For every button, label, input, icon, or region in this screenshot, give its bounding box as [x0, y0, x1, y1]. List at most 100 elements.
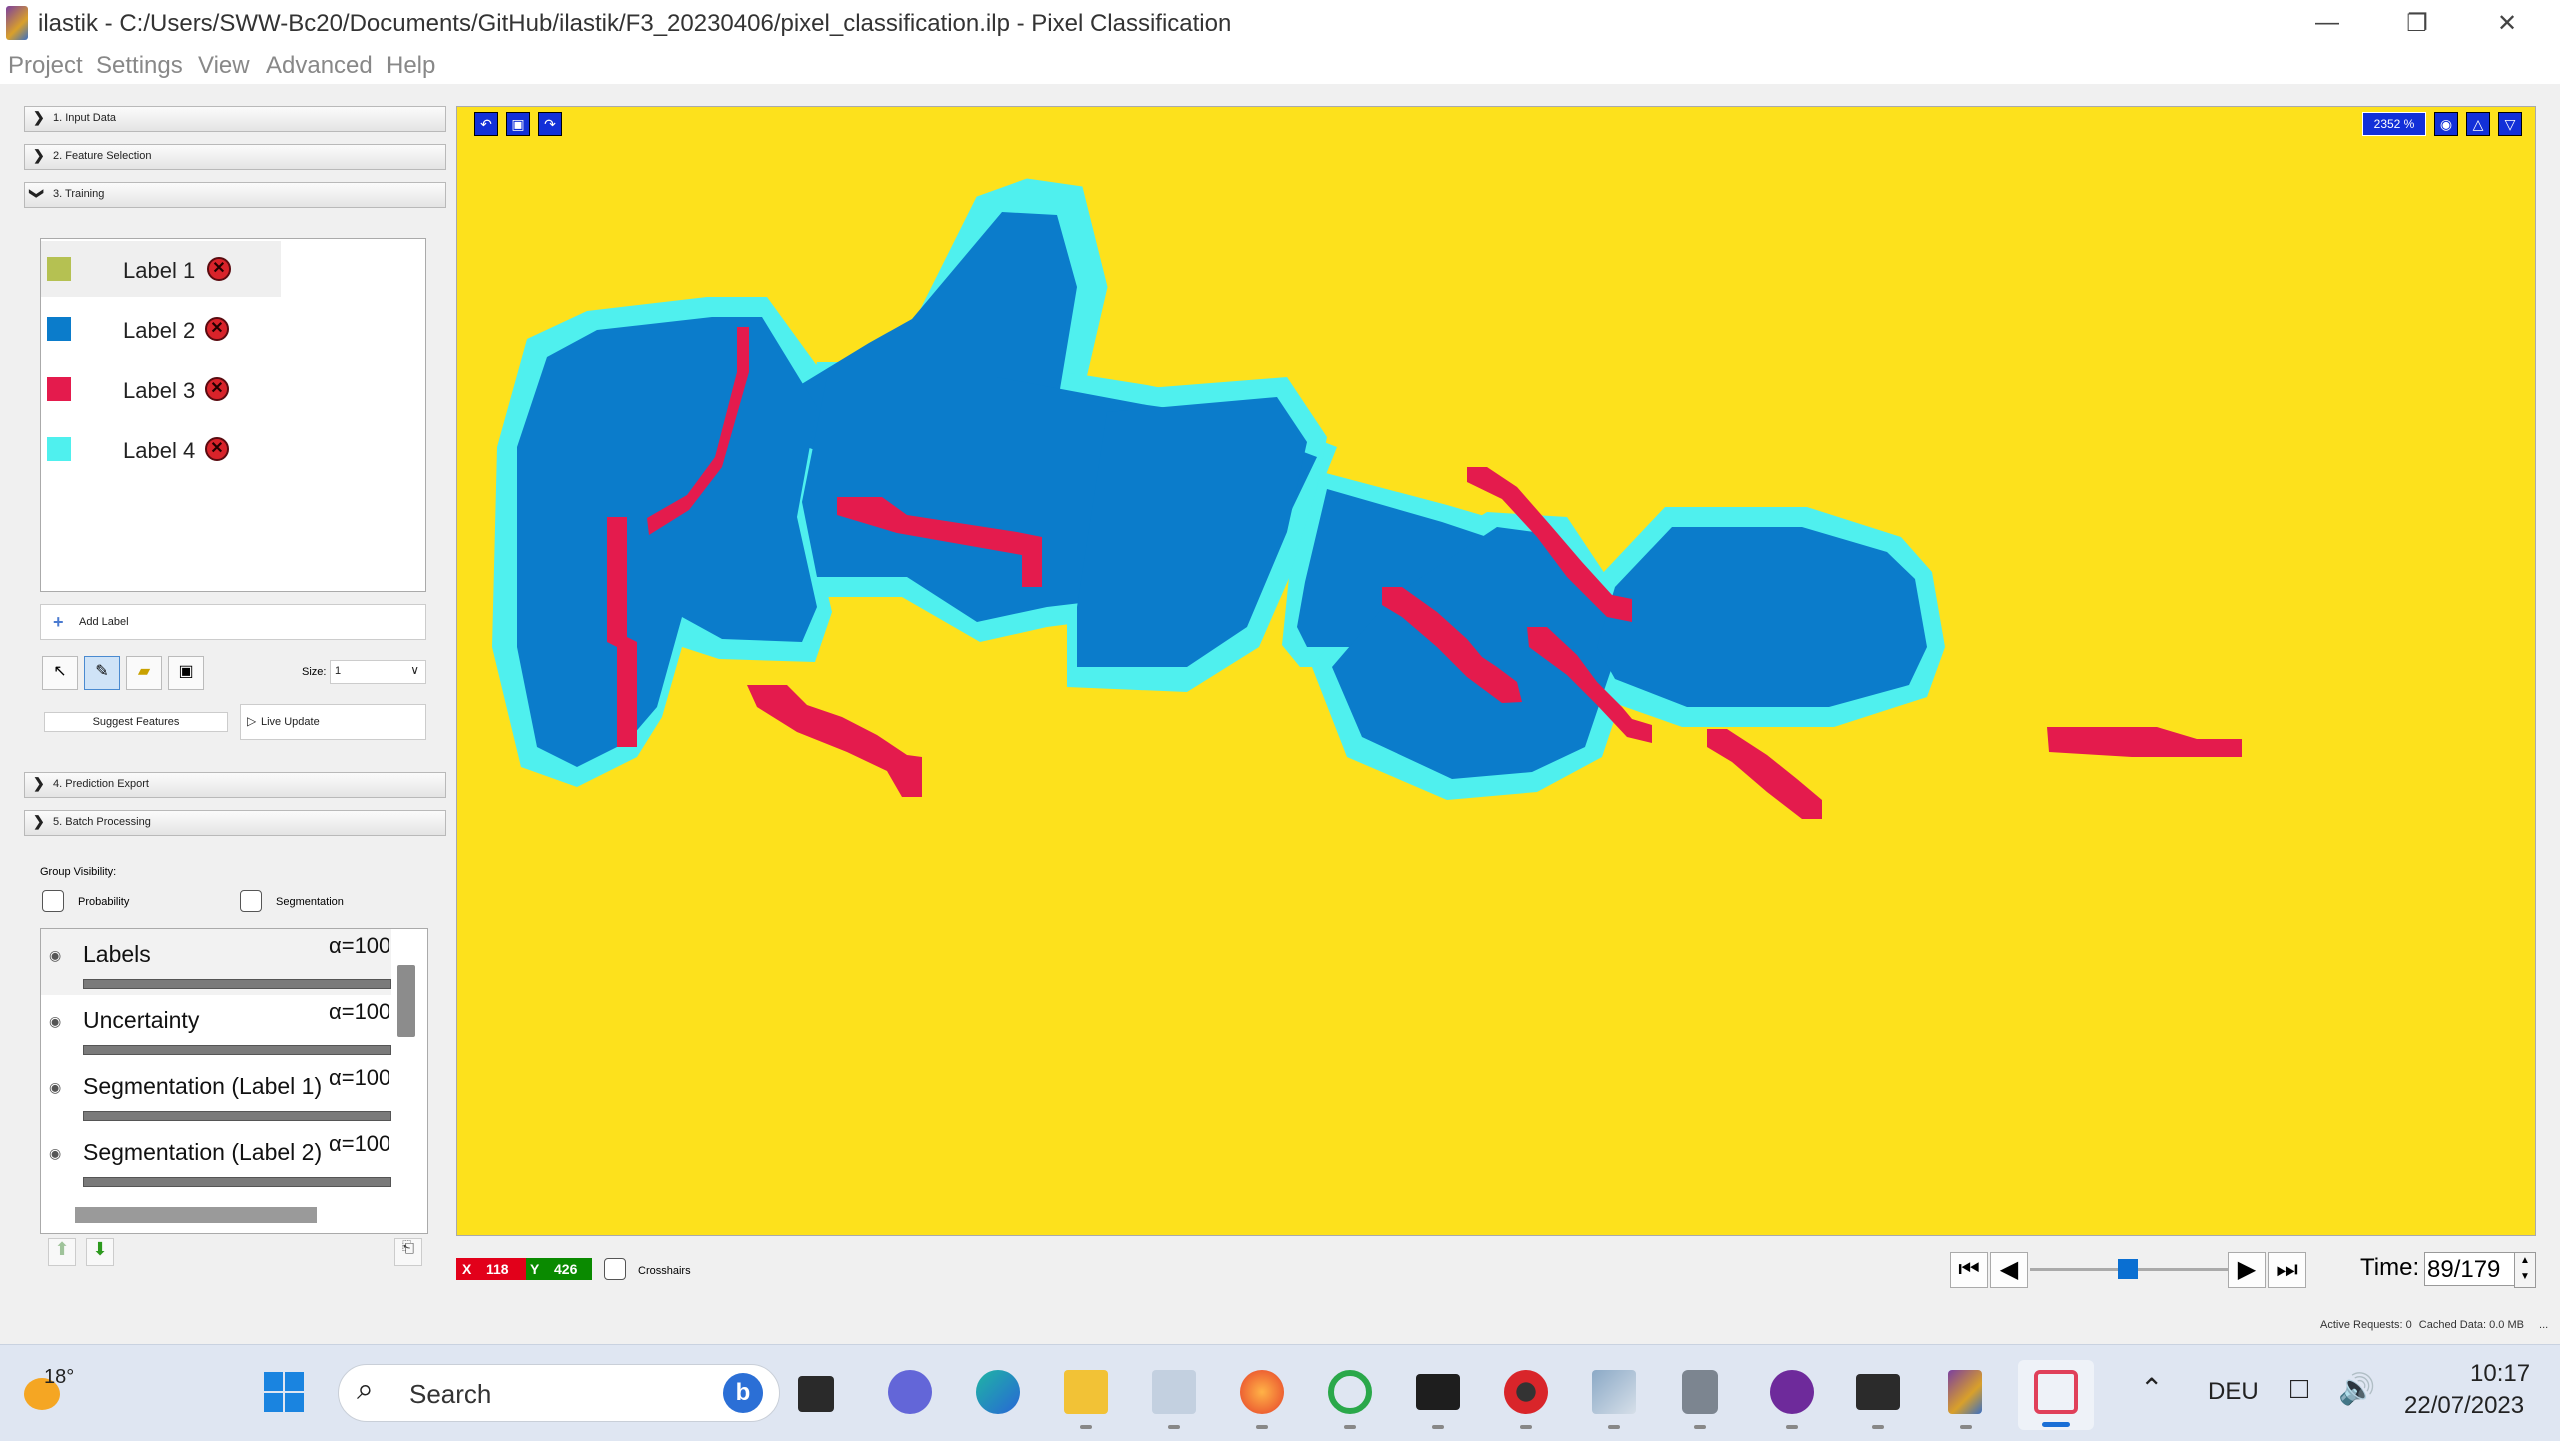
rubygems-app-icon[interactable] — [1504, 1370, 1548, 1414]
undo-icon[interactable]: ↶ — [474, 112, 498, 136]
applet-training[interactable]: ❯ 3. Training — [24, 182, 446, 208]
clock-date[interactable]: 22/07/2023 — [2404, 1392, 2524, 1420]
firefox-icon[interactable] — [1240, 1370, 1284, 1414]
redo-icon[interactable]: ↷ — [538, 112, 562, 136]
applet-feature-selection[interactable]: ❯ 2. Feature Selection — [24, 144, 446, 170]
skip-to-end-button[interactable]: ⏭ — [2268, 1252, 2306, 1288]
input-language[interactable]: DEU — [2208, 1378, 2259, 1406]
snipping-tool-active[interactable] — [2018, 1360, 2094, 1430]
delete-label-icon[interactable]: ✕ — [205, 317, 229, 341]
live-update-button[interactable]: ▷ Live Update — [240, 704, 426, 740]
layer-row-segmentation-2[interactable]: ◉ Segmentation (Label 2) α=100 — [41, 1127, 391, 1193]
label-name[interactable]: Label 3 — [123, 378, 195, 404]
menu-view[interactable]: View — [198, 52, 250, 80]
time-spinbox-arrows[interactable]: ▲ ▼ — [2514, 1252, 2536, 1288]
time-slider-handle[interactable] — [2118, 1259, 2138, 1279]
restore-icon[interactable]: ❐ — [2372, 0, 2462, 46]
label-row-2[interactable]: Label 2 ✕ — [41, 301, 281, 357]
applet-prediction-export[interactable]: ❯ 4. Prediction Export — [24, 772, 446, 798]
label-row-4[interactable]: Label 4 ✕ — [41, 421, 281, 477]
label-color-swatch[interactable] — [47, 317, 71, 341]
sync-app-icon[interactable] — [1328, 1370, 1372, 1414]
clock-time[interactable]: 10:17 — [2470, 1360, 2530, 1388]
label-row-3[interactable]: Label 3 ✕ — [41, 361, 281, 417]
eye-icon[interactable]: ◉ — [49, 1145, 61, 1162]
camera-icon[interactable]: ◉ — [2434, 112, 2458, 136]
opacity-slider[interactable] — [83, 1045, 391, 1055]
edge-browser-icon[interactable] — [976, 1370, 1020, 1414]
active-indicator — [2042, 1422, 2070, 1427]
suggest-features-button[interactable]: Suggest Features — [44, 712, 228, 732]
layer-row-segmentation-1[interactable]: ◉ Segmentation (Label 1) α=100 — [41, 1061, 391, 1127]
ilastik-taskbar-icon[interactable] — [1948, 1370, 1982, 1414]
time-spinbox[interactable]: 89/179 — [2424, 1252, 2522, 1286]
layer-row-uncertainty[interactable]: ◉ Uncertainty α=100 — [41, 995, 391, 1061]
network-icon[interactable]: □ — [2290, 1372, 2308, 1406]
bing-icon[interactable]: b — [723, 1373, 763, 1413]
command-prompt-icon[interactable] — [1416, 1374, 1460, 1410]
move-layer-down-button[interactable]: ⬇ — [86, 1238, 114, 1266]
export-layer-button[interactable]: ⎗ — [394, 1238, 422, 1266]
label-color-swatch[interactable] — [47, 257, 71, 281]
label-color-swatch[interactable] — [47, 437, 71, 461]
status-more[interactable]: ... — [2539, 1319, 2548, 1331]
eye-icon[interactable]: ◉ — [49, 947, 61, 964]
terminal-icon[interactable] — [1856, 1374, 1900, 1410]
image-viewer[interactable] — [456, 106, 2536, 1236]
fit-view-icon[interactable]: ▣ — [506, 112, 530, 136]
threshold-tool-button[interactable]: ▣ — [168, 656, 204, 690]
start-button[interactable] — [262, 1370, 306, 1414]
opacity-slider[interactable] — [83, 979, 391, 989]
task-view-icon[interactable] — [798, 1376, 834, 1412]
skip-to-start-button[interactable]: ⏮ — [1950, 1252, 1988, 1288]
play-button[interactable]: ▶ — [2228, 1252, 2266, 1288]
eraser-tool-button[interactable]: ▰ — [126, 656, 162, 690]
label-name[interactable]: Label 1 — [123, 258, 195, 284]
add-label-button[interactable]: + Add Label — [40, 604, 426, 640]
label-name[interactable]: Label 2 — [123, 318, 195, 344]
file-explorer-icon[interactable] — [1064, 1370, 1108, 1414]
weather-widget[interactable]: 18° — [22, 1366, 75, 1412]
move-layer-up-button[interactable]: ⬆ — [48, 1238, 76, 1266]
github-desktop-icon[interactable] — [1770, 1370, 1814, 1414]
taskbar-search[interactable]: ⌕ Search b — [338, 1364, 780, 1422]
eye-icon[interactable]: ◉ — [49, 1079, 61, 1096]
collapse-view-icon[interactable]: ▽ — [2498, 112, 2522, 136]
menu-settings[interactable]: Settings — [96, 52, 183, 80]
segmentation-checkbox[interactable] — [240, 890, 262, 912]
navigation-tool-button[interactable]: ↖ — [42, 656, 78, 690]
menu-project[interactable]: Project — [8, 52, 83, 80]
applet-input-data[interactable]: ❯ 1. Input Data — [24, 106, 446, 132]
crosshairs-checkbox[interactable] — [604, 1258, 626, 1280]
menu-advanced[interactable]: Advanced — [266, 52, 373, 80]
step-back-button[interactable]: ◀ — [1990, 1252, 2028, 1288]
teams-chat-icon[interactable] — [888, 1370, 932, 1414]
eye-icon[interactable]: ◉ — [49, 1013, 61, 1030]
opacity-slider[interactable] — [83, 1177, 391, 1187]
title-bar: ilastik - C:/Users/SWW-Bc20/Documents/Gi… — [0, 0, 2560, 46]
menu-help[interactable]: Help — [386, 52, 435, 80]
brush-tool-button[interactable]: ✎ — [84, 656, 120, 690]
maximize-view-icon[interactable]: △ — [2466, 112, 2490, 136]
volume-icon[interactable]: 🔊 — [2338, 1372, 2375, 1407]
brush-size-select[interactable]: 1 ∨ — [330, 660, 426, 684]
layer-list-vertical-scrollbar[interactable] — [397, 965, 415, 1037]
image-viewer-app-icon[interactable] — [1592, 1370, 1636, 1414]
layer-list-horizontal-scrollbar[interactable] — [75, 1207, 317, 1223]
applet-batch-processing[interactable]: ❯ 5. Batch Processing — [24, 810, 446, 836]
label-row-1[interactable]: Label 1 ✕ — [41, 241, 281, 297]
close-icon[interactable]: ✕ — [2462, 0, 2552, 46]
weather-temperature: 18° — [44, 1366, 75, 1388]
chevron-up-icon[interactable]: ⌃ — [2140, 1372, 2163, 1405]
calculator-icon[interactable] — [1682, 1370, 1718, 1414]
probability-checkbox[interactable] — [42, 890, 64, 912]
delete-label-icon[interactable]: ✕ — [205, 437, 229, 461]
opacity-slider[interactable] — [83, 1111, 391, 1121]
label-name[interactable]: Label 4 — [123, 438, 195, 464]
minimize-icon[interactable]: — — [2282, 0, 2372, 46]
layer-row-labels[interactable]: ◉ Labels α=100 — [41, 929, 391, 995]
delete-label-icon[interactable]: ✕ — [205, 377, 229, 401]
label-color-swatch[interactable] — [47, 377, 71, 401]
microscope-app-icon[interactable] — [1152, 1370, 1196, 1414]
delete-label-icon[interactable]: ✕ — [207, 257, 231, 281]
